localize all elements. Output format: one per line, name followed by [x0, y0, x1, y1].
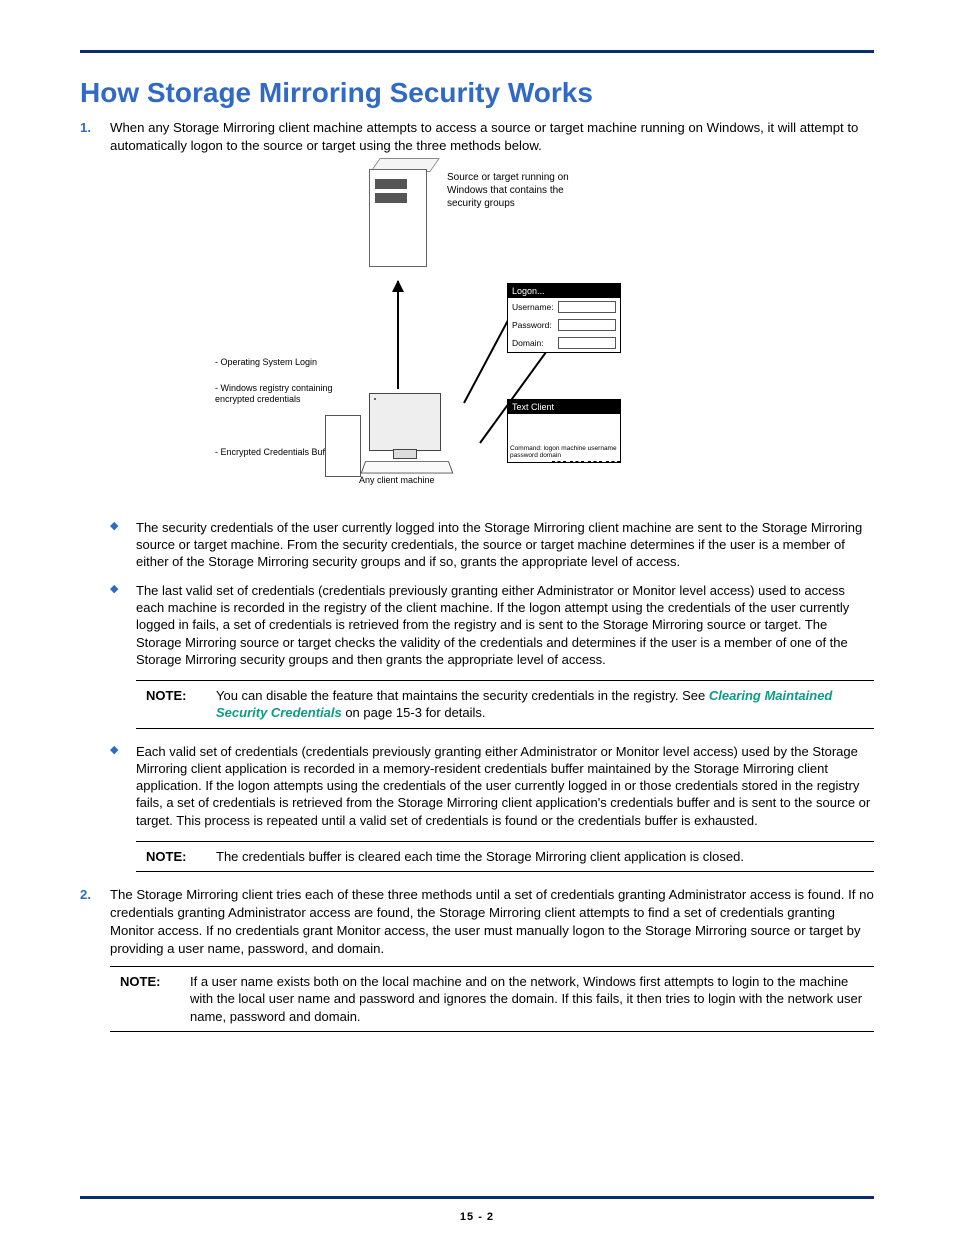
text-client-dialog: Text Client Command: logon machine usern…	[507, 399, 621, 463]
logon-dialog: Logon... Username: Password: Domain:	[507, 283, 621, 353]
server-icon	[369, 169, 427, 267]
page-title: How Storage Mirroring Security Works	[80, 77, 874, 109]
note-1-text: You can disable the feature that maintai…	[216, 687, 864, 722]
bullet-1: The security credentials of the user cur…	[110, 519, 874, 570]
step-2-number: 2.	[80, 886, 91, 904]
method-a: - Operating System Login	[215, 357, 317, 369]
bullet-list: The security credentials of the user cur…	[110, 519, 874, 668]
note-1: NOTE: You can disable the feature that m…	[136, 680, 874, 729]
text-client-command: Command: logon machine username password…	[510, 445, 618, 459]
bullet-2: The last valid set of credentials (crede…	[110, 582, 874, 668]
password-label: Password:	[512, 320, 558, 330]
domain-label: Domain:	[512, 338, 558, 348]
method-b: - Windows registry containing encrypted …	[215, 383, 345, 406]
rule-bottom	[80, 1196, 874, 1199]
username-field[interactable]	[558, 301, 616, 313]
ordered-list: 1. When any Storage Mirroring client mac…	[80, 119, 874, 155]
page: How Storage Mirroring Security Works 1. …	[0, 0, 954, 1235]
note-3-text: If a user name exists both on the local …	[190, 973, 864, 1026]
domain-field[interactable]	[558, 337, 616, 349]
step-2: 2. The Storage Mirroring client tries ea…	[80, 886, 874, 957]
note-2-text: The credentials buffer is cleared each t…	[216, 848, 864, 866]
security-diagram: Source or target running on Windows that…	[207, 165, 747, 505]
text-client-title: Text Client	[508, 400, 620, 414]
bullet-list-2: Each valid set of credentials (credentia…	[110, 743, 874, 829]
server-caption: Source or target running on Windows that…	[447, 171, 597, 210]
note-label: NOTE:	[120, 973, 190, 1026]
bullet-3: Each valid set of credentials (credentia…	[110, 743, 874, 829]
rule-top	[80, 50, 874, 53]
step-1-text: When any Storage Mirroring client machin…	[110, 120, 858, 153]
note-2: NOTE: The credentials buffer is cleared …	[136, 841, 874, 873]
step-2-text: The Storage Mirroring client tries each …	[110, 887, 874, 955]
username-label: Username:	[512, 302, 558, 312]
note-label: NOTE:	[146, 848, 216, 866]
ordered-list-2: 2. The Storage Mirroring client tries ea…	[80, 886, 874, 957]
note-3: NOTE: If a user name exists both on the …	[110, 966, 874, 1033]
client-caption: Any client machine	[359, 475, 435, 487]
password-field[interactable]	[558, 319, 616, 331]
arrow-up	[397, 281, 399, 389]
step-1: 1. When any Storage Mirroring client mac…	[80, 119, 874, 155]
logon-title: Logon...	[508, 284, 620, 298]
step-1-number: 1.	[80, 119, 91, 137]
note-label: NOTE:	[146, 687, 216, 722]
page-number: 15 - 2	[0, 1211, 954, 1223]
